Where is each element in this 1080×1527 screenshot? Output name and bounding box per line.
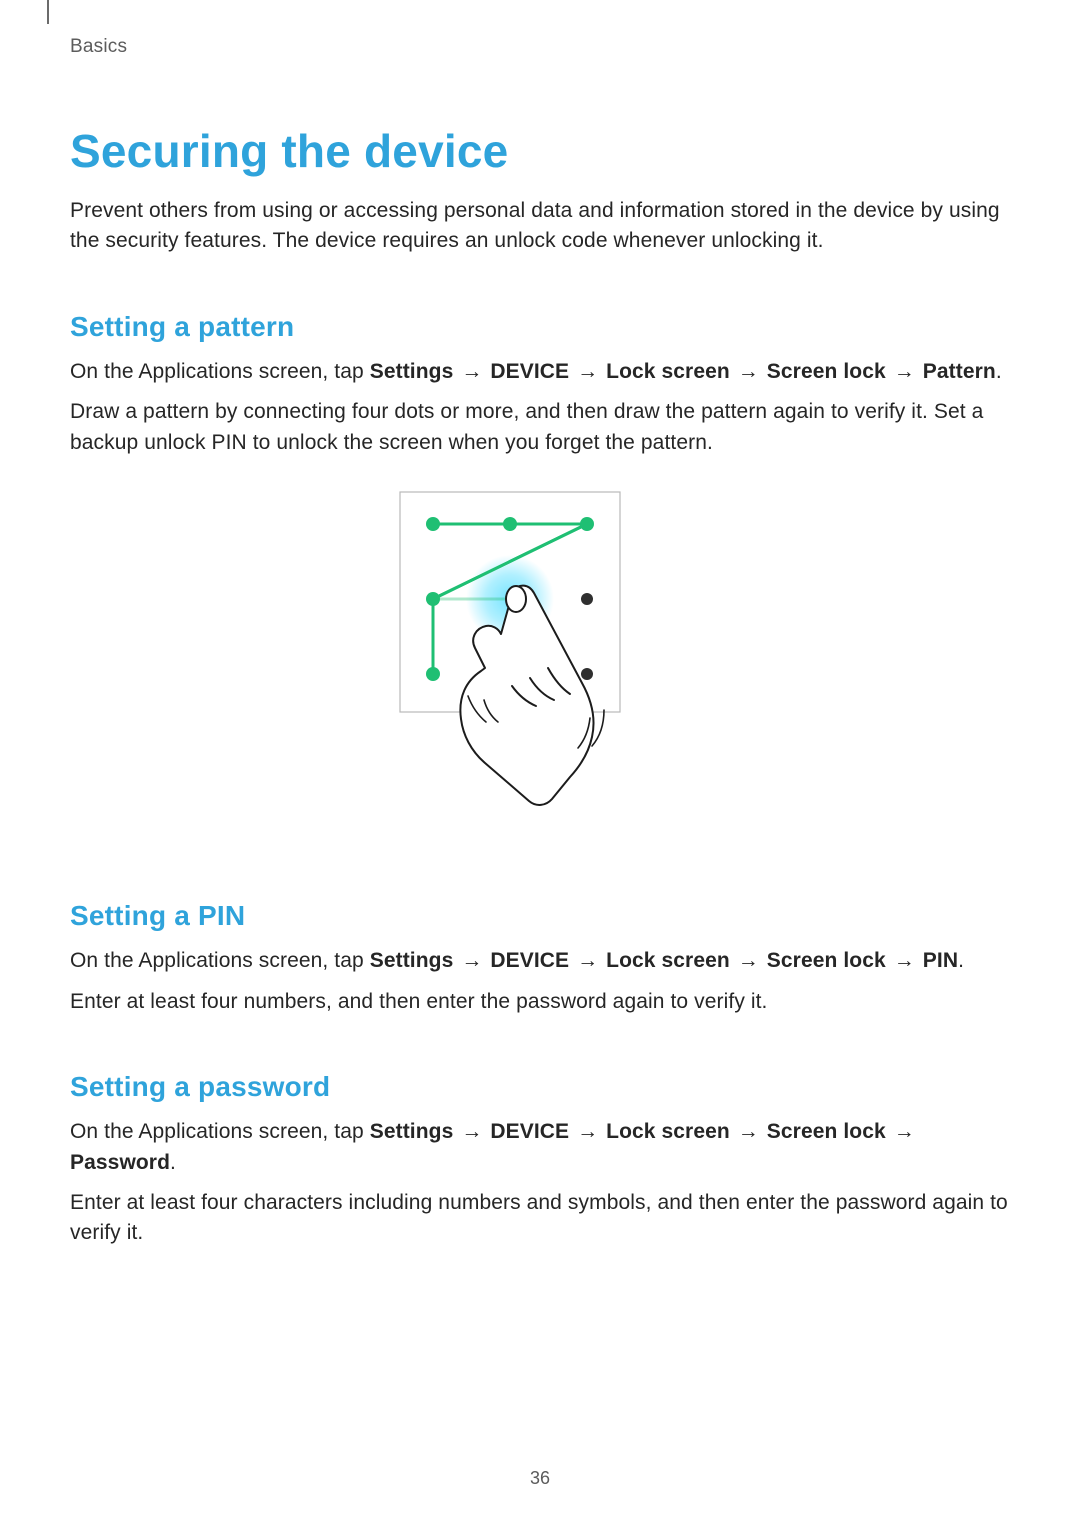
- intro-paragraph: Prevent others from using or accessing p…: [70, 196, 1010, 257]
- password-path-step-1: Settings: [370, 1120, 454, 1143]
- page-crop-mark: [47, 0, 49, 24]
- pattern-path-step-1: Settings: [370, 360, 454, 383]
- pin-trail: .: [958, 949, 964, 972]
- arrow-icon: →: [575, 946, 600, 976]
- password-trail: .: [170, 1151, 176, 1174]
- page-title: Securing the device: [70, 124, 1010, 178]
- pattern-illustration-wrap: [70, 486, 1010, 846]
- password-path-step-3: Lock screen: [606, 1120, 730, 1143]
- pattern-lead-text: On the Applications screen, tap: [70, 360, 370, 383]
- pattern-path-paragraph: On the Applications screen, tap Settings…: [70, 357, 1010, 387]
- heading-password: Setting a password: [70, 1071, 1010, 1103]
- arrow-icon: →: [575, 357, 600, 387]
- pattern-svg: [390, 486, 690, 846]
- arrow-icon: →: [736, 946, 761, 976]
- password-body: Enter at least four characters including…: [70, 1188, 1010, 1249]
- pattern-path-step-5: Pattern: [923, 360, 996, 383]
- password-lead-text: On the Applications screen, tap: [70, 1120, 370, 1143]
- pattern-body: Draw a pattern by connecting four dots o…: [70, 397, 1010, 458]
- password-path-paragraph: On the Applications screen, tap Settings…: [70, 1117, 1010, 1178]
- arrow-icon: →: [736, 1117, 761, 1147]
- pin-path-step-4: Screen lock: [767, 949, 886, 972]
- pattern-path-step-2: DEVICE: [490, 360, 569, 383]
- pin-body: Enter at least four numbers, and then en…: [70, 987, 1010, 1017]
- password-path-step-2: DEVICE: [490, 1120, 569, 1143]
- pin-path-step-3: Lock screen: [606, 949, 730, 972]
- heading-pattern: Setting a pattern: [70, 311, 1010, 343]
- pin-path-step-2: DEVICE: [490, 949, 569, 972]
- pattern-illustration: [390, 486, 690, 846]
- arrow-icon: →: [575, 1117, 600, 1147]
- pin-lead-text: On the Applications screen, tap: [70, 949, 370, 972]
- pattern-trail: .: [996, 360, 1002, 383]
- pattern-path-step-3: Lock screen: [606, 360, 730, 383]
- arrow-icon: →: [459, 946, 484, 976]
- section-header: Basics: [70, 0, 1010, 58]
- pattern-path-step-4: Screen lock: [767, 360, 886, 383]
- arrow-icon: →: [892, 1117, 917, 1147]
- heading-pin: Setting a PIN: [70, 900, 1010, 932]
- password-path-step-4: Screen lock: [767, 1120, 886, 1143]
- pin-path-step-5: PIN: [923, 949, 958, 972]
- arrow-icon: →: [459, 1117, 484, 1147]
- arrow-icon: →: [459, 357, 484, 387]
- arrow-icon: →: [892, 946, 917, 976]
- password-path-step-5: Password: [70, 1151, 170, 1174]
- pin-path-paragraph: On the Applications screen, tap Settings…: [70, 946, 1010, 976]
- page-container: Basics Securing the device Prevent other…: [0, 0, 1080, 1527]
- pin-path-step-1: Settings: [370, 949, 454, 972]
- arrow-icon: →: [736, 357, 761, 387]
- arrow-icon: →: [892, 357, 917, 387]
- page-number: 36: [0, 1468, 1080, 1489]
